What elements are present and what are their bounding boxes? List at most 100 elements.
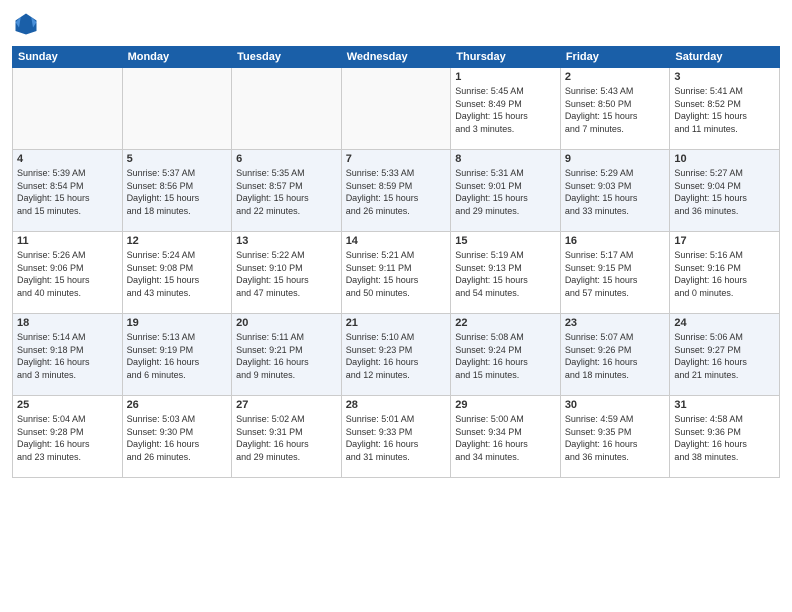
day-info: Sunrise: 5:03 AM Sunset: 9:30 PM Dayligh… xyxy=(127,413,228,463)
day-info: Sunrise: 5:04 AM Sunset: 9:28 PM Dayligh… xyxy=(17,413,118,463)
day-number: 19 xyxy=(127,317,228,329)
calendar-table: SundayMondayTuesdayWednesdayThursdayFrid… xyxy=(12,46,780,478)
day-info: Sunrise: 5:29 AM Sunset: 9:03 PM Dayligh… xyxy=(565,167,666,217)
weekday-header-thursday: Thursday xyxy=(451,47,561,68)
calendar-cell: 30 Sunrise: 4:59 AM Sunset: 9:35 PM Dayli… xyxy=(560,396,670,478)
calendar-week-row-2: 4 Sunrise: 5:39 AM Sunset: 8:54 PM Daylig… xyxy=(13,150,780,232)
day-number: 20 xyxy=(236,317,337,329)
day-info: Sunrise: 4:59 AM Sunset: 9:35 PM Dayligh… xyxy=(565,413,666,463)
day-number: 9 xyxy=(565,153,666,165)
header xyxy=(12,10,780,38)
calendar-cell xyxy=(122,68,232,150)
day-number: 25 xyxy=(17,399,118,411)
day-number: 10 xyxy=(674,153,775,165)
calendar-cell: 20 Sunrise: 5:11 AM Sunset: 9:21 PM Dayli… xyxy=(232,314,342,396)
day-number: 12 xyxy=(127,235,228,247)
day-info: Sunrise: 5:11 AM Sunset: 9:21 PM Dayligh… xyxy=(236,331,337,381)
calendar-cell: 1 Sunrise: 5:45 AM Sunset: 8:49 PM Daylig… xyxy=(451,68,561,150)
calendar-cell: 5 Sunrise: 5:37 AM Sunset: 8:56 PM Daylig… xyxy=(122,150,232,232)
weekday-header-wednesday: Wednesday xyxy=(341,47,451,68)
calendar-cell: 2 Sunrise: 5:43 AM Sunset: 8:50 PM Daylig… xyxy=(560,68,670,150)
calendar-cell: 23Sunrise: 5:07 AM Sunset: 9:26 PM Dayli… xyxy=(560,314,670,396)
day-info: Sunrise: 5:01 AM Sunset: 9:33 PM Dayligh… xyxy=(346,413,447,463)
calendar-week-row-1: 1 Sunrise: 5:45 AM Sunset: 8:49 PM Daylig… xyxy=(13,68,780,150)
day-info: Sunrise: 5:07 AM Sunset: 9:26 PM Dayligh… xyxy=(565,331,666,381)
day-number: 7 xyxy=(346,153,447,165)
day-number: 4 xyxy=(17,153,118,165)
day-number: 1 xyxy=(455,71,556,83)
calendar-cell: 9 Sunrise: 5:29 AM Sunset: 9:03 PM Daylig… xyxy=(560,150,670,232)
day-info: Sunrise: 5:31 AM Sunset: 9:01 PM Dayligh… xyxy=(455,167,556,217)
day-number: 13 xyxy=(236,235,337,247)
day-number: 5 xyxy=(127,153,228,165)
calendar-cell: 6 Sunrise: 5:35 AM Sunset: 8:57 PM Daylig… xyxy=(232,150,342,232)
calendar-cell: 14 Sunrise: 5:21 AM Sunset: 9:11 PM Dayli… xyxy=(341,232,451,314)
day-info: Sunrise: 5:14 AM Sunset: 9:18 PM Dayligh… xyxy=(17,331,118,381)
day-number: 21 xyxy=(346,317,447,329)
calendar-cell: 28 Sunrise: 5:01 AM Sunset: 9:33 PM Dayli… xyxy=(341,396,451,478)
day-info: Sunrise: 5:27 AM Sunset: 9:04 PM Dayligh… xyxy=(674,167,775,217)
calendar-cell: 7 Sunrise: 5:33 AM Sunset: 8:59 PM Daylig… xyxy=(341,150,451,232)
day-info: Sunrise: 5:45 AM Sunset: 8:49 PM Dayligh… xyxy=(455,85,556,135)
day-info: Sunrise: 5:19 AM Sunset: 9:13 PM Dayligh… xyxy=(455,249,556,299)
logo-icon xyxy=(12,10,40,38)
weekday-header-monday: Monday xyxy=(122,47,232,68)
calendar-cell: 17 Sunrise: 5:16 AM Sunset: 9:16 PM Dayli… xyxy=(670,232,780,314)
logo xyxy=(12,10,44,38)
calendar-cell: 16Sunrise: 5:17 AM Sunset: 9:15 PM Dayli… xyxy=(560,232,670,314)
calendar-cell: 11 Sunrise: 5:26 AM Sunset: 9:06 PM Dayli… xyxy=(13,232,123,314)
day-info: Sunrise: 5:26 AM Sunset: 9:06 PM Dayligh… xyxy=(17,249,118,299)
day-info: Sunrise: 5:10 AM Sunset: 9:23 PM Dayligh… xyxy=(346,331,447,381)
day-number: 16 xyxy=(565,235,666,247)
day-info: Sunrise: 5:21 AM Sunset: 9:11 PM Dayligh… xyxy=(346,249,447,299)
day-info: Sunrise: 5:37 AM Sunset: 8:56 PM Dayligh… xyxy=(127,167,228,217)
day-number: 31 xyxy=(674,399,775,411)
day-info: Sunrise: 5:16 AM Sunset: 9:16 PM Dayligh… xyxy=(674,249,775,299)
calendar-cell: 18Sunrise: 5:14 AM Sunset: 9:18 PM Dayli… xyxy=(13,314,123,396)
weekday-header-sunday: Sunday xyxy=(13,47,123,68)
day-number: 22 xyxy=(455,317,556,329)
day-info: Sunrise: 5:00 AM Sunset: 9:34 PM Dayligh… xyxy=(455,413,556,463)
day-number: 15 xyxy=(455,235,556,247)
day-info: Sunrise: 5:02 AM Sunset: 9:31 PM Dayligh… xyxy=(236,413,337,463)
day-info: Sunrise: 5:35 AM Sunset: 8:57 PM Dayligh… xyxy=(236,167,337,217)
day-number: 29 xyxy=(455,399,556,411)
calendar-cell xyxy=(341,68,451,150)
day-number: 24 xyxy=(674,317,775,329)
calendar-cell: 19 Sunrise: 5:13 AM Sunset: 9:19 PM Dayli… xyxy=(122,314,232,396)
day-info: Sunrise: 5:06 AM Sunset: 9:27 PM Dayligh… xyxy=(674,331,775,381)
day-number: 26 xyxy=(127,399,228,411)
calendar-cell: 22 Sunrise: 5:08 AM Sunset: 9:24 PM Dayli… xyxy=(451,314,561,396)
calendar-week-row-5: 25 Sunrise: 5:04 AM Sunset: 9:28 PM Dayli… xyxy=(13,396,780,478)
day-info: Sunrise: 5:33 AM Sunset: 8:59 PM Dayligh… xyxy=(346,167,447,217)
day-info: Sunrise: 5:43 AM Sunset: 8:50 PM Dayligh… xyxy=(565,85,666,135)
day-info: Sunrise: 4:58 AM Sunset: 9:36 PM Dayligh… xyxy=(674,413,775,463)
day-info: Sunrise: 5:39 AM Sunset: 8:54 PM Dayligh… xyxy=(17,167,118,217)
day-number: 28 xyxy=(346,399,447,411)
day-number: 17 xyxy=(674,235,775,247)
weekday-header-row: SundayMondayTuesdayWednesdayThursdayFrid… xyxy=(13,47,780,68)
calendar-cell: 26 Sunrise: 5:03 AM Sunset: 9:30 PM Dayli… xyxy=(122,396,232,478)
calendar-cell: 12Sunrise: 5:24 AM Sunset: 9:08 PM Dayli… xyxy=(122,232,232,314)
day-number: 14 xyxy=(346,235,447,247)
day-number: 11 xyxy=(17,235,118,247)
weekday-header-saturday: Saturday xyxy=(670,47,780,68)
calendar-week-row-3: 11 Sunrise: 5:26 AM Sunset: 9:06 PM Dayli… xyxy=(13,232,780,314)
calendar-cell xyxy=(13,68,123,150)
weekday-header-friday: Friday xyxy=(560,47,670,68)
day-info: Sunrise: 5:22 AM Sunset: 9:10 PM Dayligh… xyxy=(236,249,337,299)
calendar-cell: 15 Sunrise: 5:19 AM Sunset: 9:13 PM Dayli… xyxy=(451,232,561,314)
calendar-cell: 8Sunrise: 5:31 AM Sunset: 9:01 PM Daylig… xyxy=(451,150,561,232)
day-number: 6 xyxy=(236,153,337,165)
calendar-cell: 27Sunrise: 5:02 AM Sunset: 9:31 PM Dayli… xyxy=(232,396,342,478)
day-number: 3 xyxy=(674,71,775,83)
day-info: Sunrise: 5:08 AM Sunset: 9:24 PM Dayligh… xyxy=(455,331,556,381)
page: SundayMondayTuesdayWednesdayThursdayFrid… xyxy=(0,0,792,612)
calendar-cell: 25 Sunrise: 5:04 AM Sunset: 9:28 PM Dayli… xyxy=(13,396,123,478)
calendar-cell: 29 Sunrise: 5:00 AM Sunset: 9:34 PM Dayli… xyxy=(451,396,561,478)
calendar-cell: 13 Sunrise: 5:22 AM Sunset: 9:10 PM Dayli… xyxy=(232,232,342,314)
day-info: Sunrise: 5:41 AM Sunset: 8:52 PM Dayligh… xyxy=(674,85,775,135)
day-number: 30 xyxy=(565,399,666,411)
day-info: Sunrise: 5:13 AM Sunset: 9:19 PM Dayligh… xyxy=(127,331,228,381)
day-number: 2 xyxy=(565,71,666,83)
